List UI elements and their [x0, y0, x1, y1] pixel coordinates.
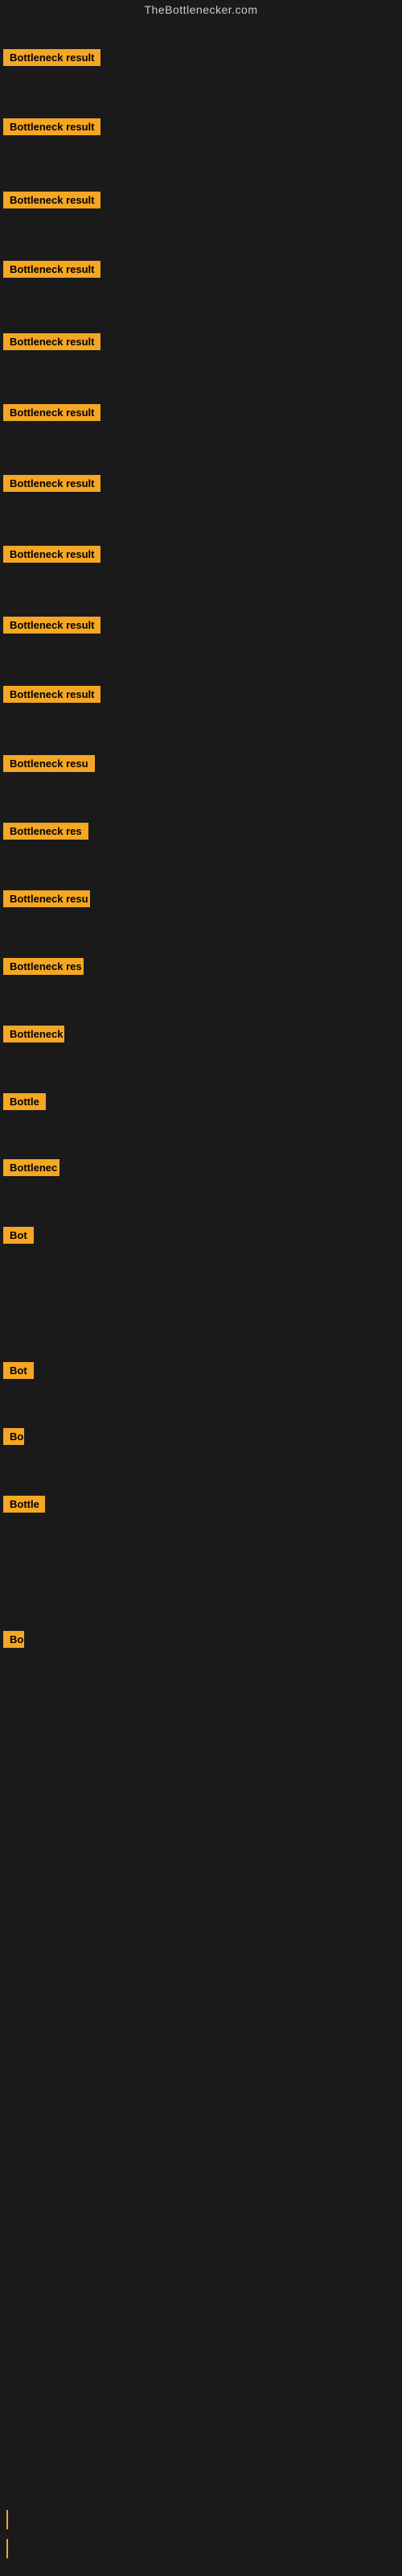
bottleneck-row: Bo	[0, 1425, 24, 1452]
bottleneck-row	[0, 1831, 3, 1837]
bottleneck-row	[0, 2304, 3, 2310]
bottleneck-row: Bot	[0, 1224, 34, 1251]
bottleneck-row	[0, 2101, 3, 2107]
bottleneck-row: Bottlenec	[0, 1156, 59, 1183]
bottleneck-row	[0, 1560, 3, 1567]
bottleneck-badge: Bottleneck result	[3, 546, 100, 563]
bottleneck-row: Bo	[0, 1628, 24, 1655]
bottleneck-badge: Bottleneck result	[3, 49, 100, 66]
bottleneck-row: Bottleneck	[0, 1022, 64, 1050]
bottleneck-row: Bottleneck result	[0, 472, 100, 499]
bottleneck-badge: Bottleneck result	[3, 686, 100, 703]
bottleneck-row: Bottleneck result	[0, 401, 100, 428]
bottleneck-row	[0, 1763, 3, 1769]
bottleneck-row	[0, 2033, 3, 2040]
bottleneck-badge: Bot	[3, 1362, 34, 1379]
bottleneck-row	[0, 2507, 8, 2533]
bottleneck-row	[0, 2439, 3, 2446]
bottleneck-row: Bot	[0, 1359, 34, 1386]
bottleneck-badge: Bottleneck result	[3, 118, 100, 135]
bottleneck-badge: Bottleneck res	[3, 823, 88, 840]
bottleneck-row	[0, 1695, 3, 1702]
bottleneck-badge: Bot	[3, 1227, 34, 1244]
bottleneck-row: Bottleneck result	[0, 115, 100, 142]
bottleneck-row	[0, 1898, 3, 1905]
vertical-line-indicator	[6, 2539, 8, 2558]
bottleneck-badge: Bo	[3, 1631, 24, 1648]
bottleneck-badge: Bottle	[3, 1496, 45, 1513]
bottleneck-row: Bottleneck result	[0, 683, 100, 710]
bottleneck-row: Bottleneck result	[0, 613, 100, 641]
bottleneck-row	[0, 2536, 8, 2562]
bottleneck-row: Bottleneck result	[0, 46, 100, 73]
bottleneck-badge: Bottleneck result	[3, 404, 100, 421]
bottleneck-row	[0, 2236, 3, 2243]
bottleneck-row: Bottleneck res	[0, 955, 84, 982]
bottleneck-row: Bottleneck res	[0, 819, 88, 847]
bottleneck-row: Bottleneck resu	[0, 752, 95, 779]
bottleneck-badge: Bottleneck result	[3, 617, 100, 634]
bottleneck-badge: Bottle	[3, 1093, 46, 1110]
bottleneck-row: Bottleneck resu	[0, 887, 90, 914]
bottleneck-badge: Bottleneck	[3, 1026, 64, 1042]
bottleneck-row	[0, 1291, 3, 1298]
bottleneck-badge: Bottleneck result	[3, 333, 100, 350]
bottleneck-badge: Bo	[3, 1428, 24, 1445]
bottleneck-row	[0, 2169, 3, 2175]
bottleneck-row: Bottle	[0, 1492, 45, 1520]
bottleneck-badge: Bottleneck resu	[3, 890, 90, 907]
bottleneck-badge: Bottleneck resu	[3, 755, 95, 772]
bottleneck-badge: Bottleneck result	[3, 475, 100, 492]
bottleneck-badge: Bottleneck res	[3, 958, 84, 975]
bottleneck-row	[0, 1966, 3, 1972]
vertical-line-indicator	[6, 2510, 8, 2529]
bottleneck-row: Bottleneck result	[0, 543, 100, 570]
bottleneck-row: Bottle	[0, 1090, 46, 1117]
bottleneck-badge: Bottlenec	[3, 1159, 59, 1176]
bottleneck-row: Bottleneck result	[0, 330, 100, 357]
bottleneck-badge: Bottleneck result	[3, 192, 100, 208]
bottleneck-row: Bottleneck result	[0, 258, 100, 285]
bottleneck-row: Bottleneck result	[0, 188, 100, 216]
bottleneck-badge: Bottleneck result	[3, 261, 100, 278]
bottleneck-row	[0, 2372, 3, 2378]
